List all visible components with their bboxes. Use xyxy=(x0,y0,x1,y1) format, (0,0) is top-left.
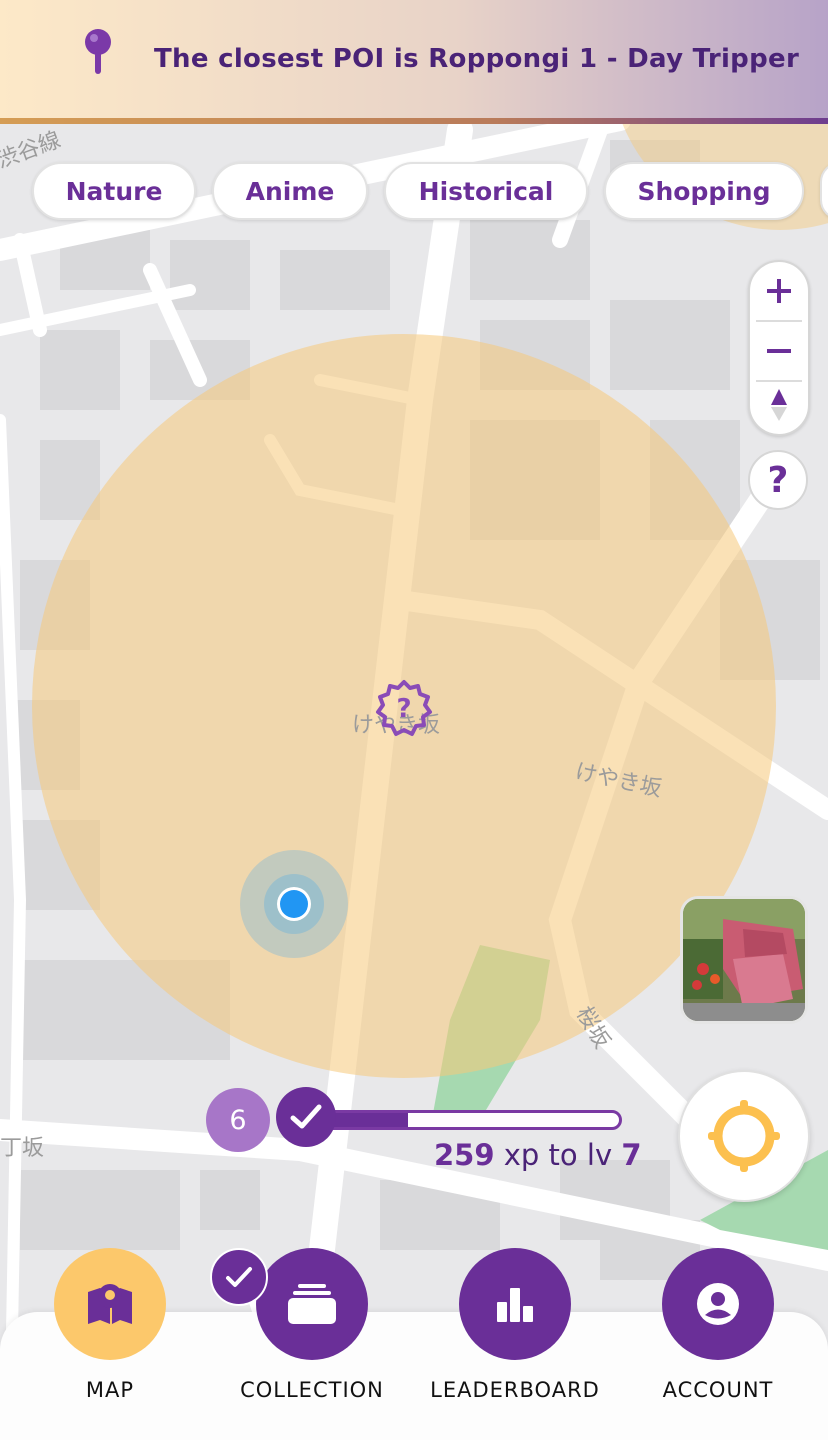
filter-chip-shopping[interactable]: Shopping xyxy=(604,162,804,220)
nav-label-account: ACCOUNT xyxy=(662,1378,774,1402)
nav-account-button[interactable] xyxy=(662,1248,774,1360)
current-level-badge: 6 xyxy=(206,1088,270,1152)
map-pin-icon xyxy=(85,29,111,74)
svg-text:?: ? xyxy=(396,694,411,724)
next-level: 7 xyxy=(621,1138,642,1172)
zoom-controls xyxy=(748,260,810,436)
zoom-in-button[interactable] xyxy=(750,262,808,320)
closest-poi-banner[interactable]: The closest POI is Roppongi 1 - Day Trip… xyxy=(0,0,828,124)
street-label: 丁坂 xyxy=(0,1136,44,1161)
nav-label-leaderboard: LEADERBOARD xyxy=(430,1378,600,1402)
filter-chip-label: Nature xyxy=(65,176,163,206)
xp-text: xp to lv xyxy=(494,1138,622,1172)
filter-chip-historical[interactable]: Historical xyxy=(384,162,588,220)
filter-chip-anime[interactable]: Anime xyxy=(212,162,368,220)
xp-remaining: 259 xyxy=(434,1138,495,1172)
plus-icon xyxy=(767,279,791,303)
compass-button[interactable] xyxy=(750,376,808,434)
question-badge-icon[interactable]: ? xyxy=(374,678,434,738)
nav-label-collection: COLLECTION xyxy=(240,1378,384,1402)
xp-to-next-level: 259 xp to lv 7 xyxy=(434,1138,642,1172)
minus-icon xyxy=(767,349,791,353)
filter-chip-label: Shopping xyxy=(637,176,771,206)
map-icon xyxy=(88,1284,132,1324)
help-button[interactable]: ? xyxy=(748,450,808,510)
locate-me-button[interactable] xyxy=(678,1070,810,1202)
check-icon xyxy=(290,1104,322,1129)
collection-check-badge xyxy=(210,1248,268,1306)
nav-label-map: MAP xyxy=(85,1378,135,1402)
leaderboard-icon xyxy=(497,1288,533,1322)
poi-thumbnail[interactable] xyxy=(680,896,808,1024)
nav-collection-button[interactable] xyxy=(256,1248,368,1360)
zoom-out-button[interactable] xyxy=(750,322,808,380)
filter-chip-label: Anime xyxy=(245,176,335,206)
nav-map-button[interactable] xyxy=(54,1248,166,1360)
closest-poi-text: The closest POI is Roppongi 1 - Day Trip… xyxy=(154,44,800,74)
filter-chip-nature[interactable]: Nature xyxy=(32,162,196,220)
filter-chip-label: Historical xyxy=(418,176,554,206)
nav-leaderboard-button[interactable] xyxy=(459,1248,571,1360)
compass-icon xyxy=(771,389,787,421)
xp-progress-bar xyxy=(286,1110,622,1130)
crosshair-icon xyxy=(708,1100,780,1172)
poi-photo xyxy=(683,899,805,1021)
check-icon xyxy=(226,1267,252,1287)
xp-check-badge xyxy=(276,1087,336,1147)
collection-icon xyxy=(288,1284,336,1324)
account-icon xyxy=(697,1283,739,1325)
help-icon: ? xyxy=(767,459,789,501)
